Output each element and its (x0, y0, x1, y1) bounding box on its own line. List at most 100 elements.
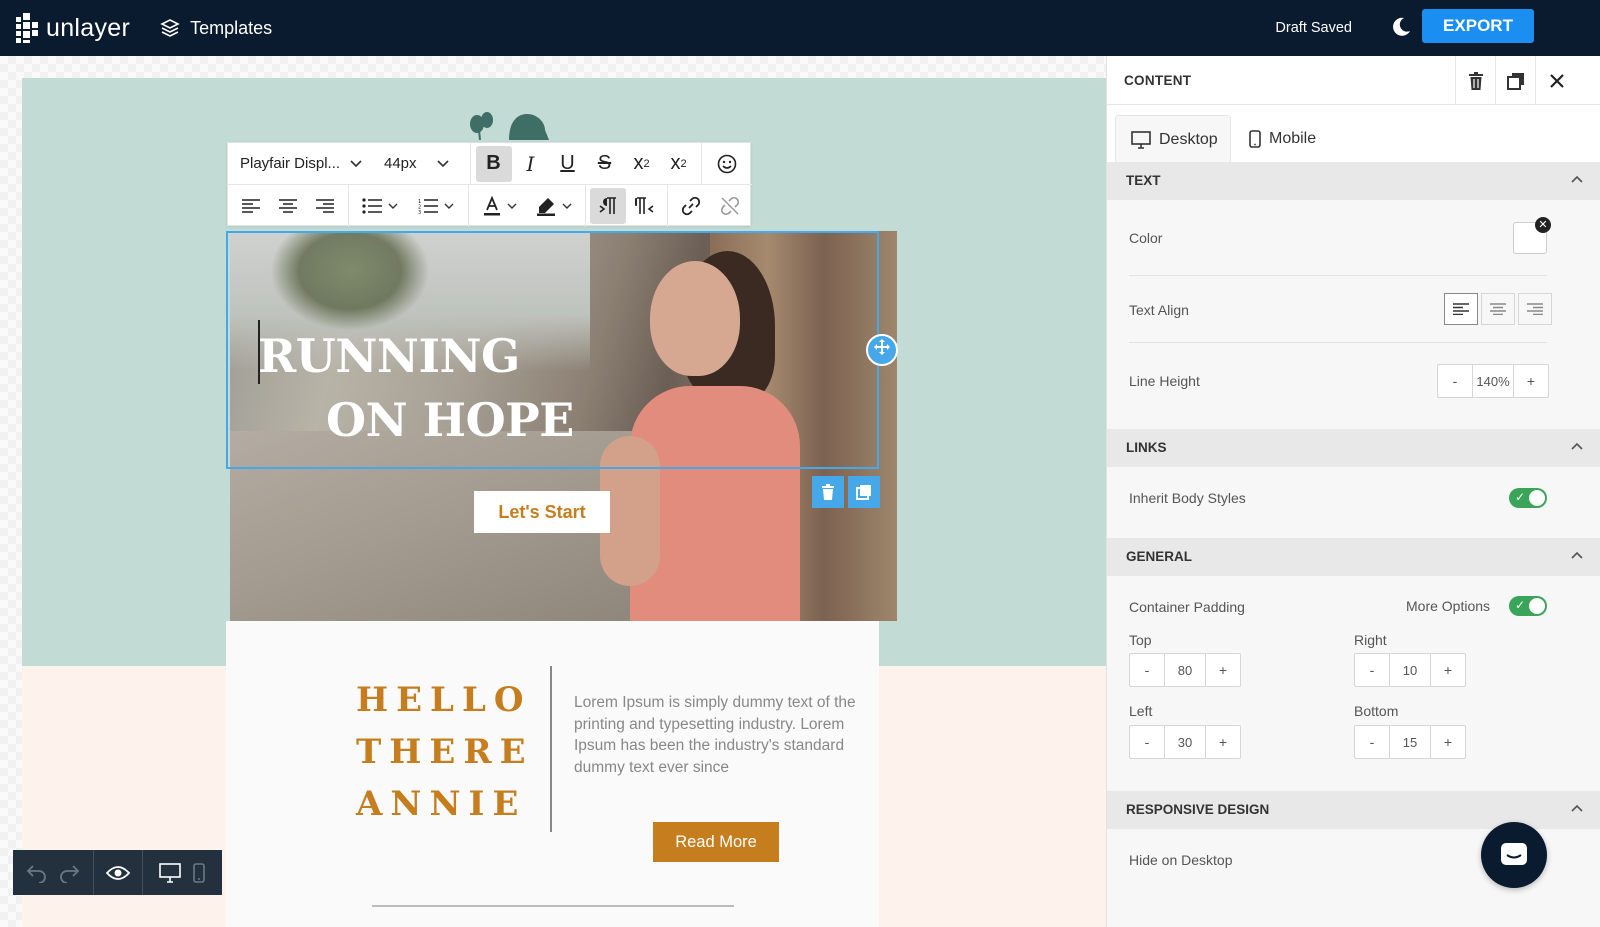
chevron-up-icon (1571, 175, 1583, 183)
numbered-list-button[interactable]: 123 (411, 188, 461, 224)
rtl-direction-button[interactable] (627, 188, 663, 224)
line-height-decrease[interactable]: - (1438, 365, 1472, 397)
toggle-knob (1529, 598, 1545, 614)
section-text-header[interactable]: TEXT (1107, 162, 1600, 200)
padding-right-value[interactable]: 10 (1389, 654, 1431, 686)
padding-top-decrease[interactable]: - (1130, 654, 1164, 686)
text-align-right-button[interactable] (1518, 293, 1552, 325)
padding-left-increase[interactable]: + (1206, 726, 1240, 758)
padding-right-decrease[interactable]: - (1355, 654, 1389, 686)
align-left-button[interactable] (233, 188, 269, 224)
padding-bottom-increase[interactable]: + (1431, 726, 1465, 758)
panel-header: CONTENT (1107, 56, 1600, 105)
move-arrows-icon (874, 339, 890, 355)
ltr-direction-button[interactable] (589, 188, 626, 224)
support-chat-button[interactable] (1481, 822, 1547, 888)
tab-mobile[interactable]: Mobile (1237, 115, 1337, 163)
close-panel-button[interactable] (1535, 56, 1600, 105)
move-handle[interactable] (866, 334, 898, 366)
tab-desktop[interactable]: Desktop (1115, 115, 1231, 163)
delete-block-button[interactable] (812, 476, 844, 508)
tab-desktop-label: Desktop (1159, 130, 1218, 148)
section-general-header[interactable]: GENERAL (1107, 538, 1600, 576)
subscript-button[interactable]: x2 (661, 146, 697, 182)
text-color-button[interactable] (475, 188, 525, 224)
templates-button[interactable]: Templates (160, 18, 272, 39)
align-right-icon (1527, 303, 1543, 315)
bold-button[interactable]: B (475, 145, 512, 182)
undo-icon[interactable] (26, 863, 48, 883)
dark-mode-toggle[interactable] (1390, 16, 1412, 43)
text-align-left-button[interactable] (1444, 293, 1478, 325)
align-left-icon (1453, 303, 1469, 315)
more-options-toggle[interactable]: ✓ (1509, 596, 1547, 616)
highlight-color-button[interactable] (529, 188, 579, 224)
editor-canvas: RUNNING ON HOPE Let's Start Playfair Dis… (0, 56, 1128, 927)
remove-link-button[interactable] (712, 188, 748, 224)
superscript-button[interactable]: x2 (624, 146, 660, 182)
font-size-value: 44px (384, 155, 417, 172)
brand-logo[interactable]: unlayer (16, 13, 130, 43)
emoji-button[interactable] (709, 146, 745, 182)
duplicate-element-button[interactable] (1495, 56, 1535, 105)
insert-link-button[interactable] (673, 188, 709, 224)
text-color-icon (483, 196, 500, 216)
export-button[interactable]: EXPORT (1422, 9, 1534, 43)
duplicate-block-button[interactable] (848, 476, 880, 508)
mobile-icon[interactable] (193, 862, 205, 883)
font-family-select[interactable]: Playfair Displ... (228, 143, 370, 185)
top-bar: unlayer Templates Draft Saved EXPORT (0, 0, 1600, 56)
lets-start-button[interactable]: Let's Start (474, 491, 610, 533)
section-responsive-title: RESPONSIVE DESIGN (1126, 802, 1270, 817)
underline-button[interactable]: U (550, 146, 586, 182)
strikethrough-button[interactable]: S (587, 146, 623, 182)
text-align-center-button[interactable] (1481, 293, 1515, 325)
align-right-icon (315, 199, 334, 213)
canvas-toolbar (13, 850, 222, 895)
greeting-heading[interactable]: HELLO THERE ANNIE (356, 674, 532, 830)
line-height-value[interactable]: 140% (1472, 365, 1514, 397)
delete-element-button[interactable] (1455, 56, 1495, 105)
padding-left-decrease[interactable]: - (1130, 726, 1164, 758)
italic-button[interactable]: I (513, 146, 549, 182)
hero-heading[interactable]: RUNNING ON HOPE (258, 324, 574, 452)
chevron-down-icon (350, 159, 362, 167)
decor-illustration-icon (470, 112, 549, 140)
redo-icon[interactable] (58, 863, 80, 883)
text-align-control (1441, 293, 1552, 325)
hide-on-desktop-label: Hide on Desktop (1129, 852, 1233, 868)
padding-left-value[interactable]: 30 (1164, 726, 1206, 758)
hero-line-1: RUNNING (258, 329, 520, 383)
padding-bottom-decrease[interactable]: - (1355, 726, 1389, 758)
intro-paragraph[interactable]: Lorem Ipsum is simply dummy text of the … (574, 692, 856, 778)
bullet-list-button[interactable] (355, 188, 405, 224)
align-right-button[interactable] (307, 188, 343, 224)
divider (1129, 275, 1547, 276)
padding-top-value[interactable]: 80 (1164, 654, 1206, 686)
padding-bottom-value[interactable]: 15 (1389, 726, 1431, 758)
inherit-body-styles-toggle[interactable]: ✓ (1509, 488, 1547, 508)
more-options-label: More Options (1406, 598, 1491, 614)
greeting-line-1: HELLO (356, 680, 532, 720)
padding-top-increase[interactable]: + (1206, 654, 1240, 686)
clear-color-button[interactable]: ✕ (1535, 217, 1551, 233)
align-left-icon (241, 199, 260, 213)
text-caret (258, 320, 260, 384)
close-icon (1550, 73, 1564, 88)
color-label: Color (1129, 230, 1163, 246)
svg-text:3: 3 (418, 210, 421, 214)
brand-name: unlayer (46, 13, 131, 42)
padding-top-label: Top (1129, 632, 1152, 648)
line-height-label: Line Height (1129, 373, 1200, 389)
section-links-header[interactable]: LINKS (1107, 429, 1600, 467)
padding-right-label: Right (1354, 632, 1387, 648)
toggle-knob (1529, 490, 1545, 506)
moon-icon (1393, 17, 1410, 36)
align-center-button[interactable] (270, 188, 306, 224)
font-size-select[interactable]: 44px (370, 143, 470, 185)
desktop-icon[interactable] (159, 862, 181, 883)
read-more-button[interactable]: Read More (653, 822, 779, 862)
padding-right-increase[interactable]: + (1431, 654, 1465, 686)
line-height-increase[interactable]: + (1514, 365, 1548, 397)
preview-button[interactable] (94, 850, 142, 895)
